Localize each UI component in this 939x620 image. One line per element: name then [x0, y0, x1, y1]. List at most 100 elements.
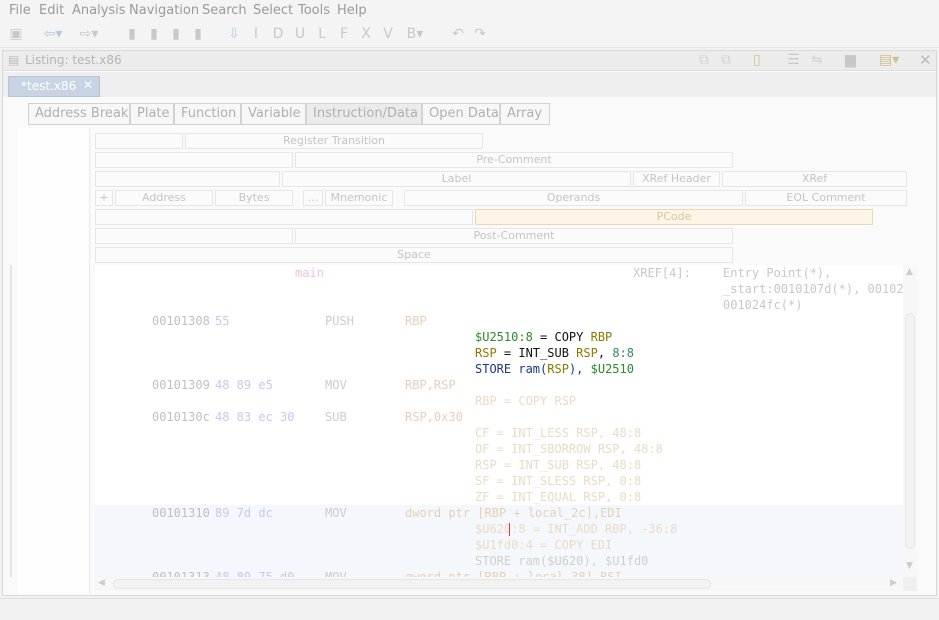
field-post-comment[interactable]: Post-Comment	[295, 228, 733, 244]
pcode-line[interactable]: STORE ram($U620), $U1fd0	[475, 553, 648, 569]
nav-x-icon[interactable]: X	[358, 26, 374, 42]
snapshot-icon[interactable]: ▆	[845, 52, 856, 68]
instruction-operands[interactable]: RBP,RSP	[405, 377, 456, 393]
tab-variable[interactable]: Variable	[241, 103, 306, 125]
nav-instruction-icon[interactable]: ▮	[124, 26, 140, 42]
pcode-line[interactable]: $U2510:8 = COPY RBP	[475, 329, 612, 345]
nav-f-icon[interactable]: F	[336, 26, 352, 42]
vertical-scrollbar[interactable]: ▲ ▼	[903, 265, 917, 577]
xref-entry[interactable]: Entry Point(*),	[723, 265, 831, 281]
instruction-operands[interactable]: RSP,0x30	[405, 409, 463, 425]
pcode-line[interactable]: ZF = INT_EQUAL RSP, 0:8	[475, 489, 641, 505]
instruction-bytes[interactable]: 48 83 ec 30	[215, 409, 294, 425]
nav-data-icon[interactable]: ▮	[146, 26, 162, 42]
instruction-operands[interactable]: RBP	[405, 313, 427, 329]
instruction-address[interactable]: 00101309	[152, 377, 210, 393]
pcode-line[interactable]: STORE ram(RSP), $U2510	[475, 361, 634, 377]
pcode-line[interactable]: RBP = COPY RSP	[475, 393, 576, 409]
menu-navigation[interactable]: Navigation	[129, 3, 199, 18]
pcode-line[interactable]: CF = INT_LESS RSP, 48:8	[475, 425, 641, 441]
nav-b-icon[interactable]: B▾	[402, 26, 428, 42]
nav-down-icon[interactable]: ⇩	[226, 26, 242, 42]
menu-file[interactable]: File	[9, 3, 31, 18]
instruction-address[interactable]: 0010130c	[152, 409, 210, 425]
nav-i-icon[interactable]: I	[248, 26, 264, 42]
field-blank[interactable]	[95, 209, 473, 225]
field-blank[interactable]	[95, 228, 293, 244]
field-mnemonic[interactable]: Mnemonic	[325, 190, 393, 206]
forward-icon[interactable]: ⇨▾	[76, 26, 102, 42]
instruction-operands[interactable]: qword ptr [RBP + local_38],RSI	[405, 569, 622, 577]
cursor-text-icon[interactable]: ▯	[753, 52, 761, 68]
tab-open-data[interactable]: Open Data	[422, 103, 500, 125]
document-tab[interactable]: *test.x86 ✕	[8, 76, 100, 97]
listing-panel[interactable]: main XREF[4]: Entry Point(*), _start:001…	[95, 265, 903, 577]
instruction-mnemonic[interactable]: MOV	[325, 569, 347, 577]
field-header-icon[interactable]: ☰	[787, 52, 800, 68]
nav-label-icon[interactable]: ▮	[190, 26, 206, 42]
scroll-right-icon[interactable]: ▶	[890, 578, 897, 588]
horizontal-scroll-thumb[interactable]	[113, 579, 711, 589]
instruction-operands[interactable]: dword ptr [RBP + local_2c],EDI	[405, 505, 622, 521]
nav-d-icon[interactable]: D	[270, 26, 286, 42]
field-register-transition[interactable]: Register Transition	[185, 133, 483, 149]
nav-u-icon[interactable]: U	[292, 26, 308, 42]
instruction-bytes[interactable]: 48 89 e5	[215, 377, 273, 393]
instruction-mnemonic[interactable]: MOV	[325, 377, 347, 393]
instruction-mnemonic[interactable]: PUSH	[325, 313, 354, 329]
xref-entry[interactable]: 001024fc(*)	[723, 297, 802, 313]
back-icon[interactable]: ⇦▾	[40, 26, 66, 42]
field-space[interactable]: Space	[95, 247, 733, 263]
menu-tools[interactable]: Tools	[298, 3, 330, 18]
field-plus[interactable]: +	[95, 190, 113, 206]
field-blank[interactable]	[95, 171, 280, 187]
instruction-address[interactable]: 00101308	[152, 313, 210, 329]
horizontal-scrollbar[interactable]: ◀ ▶	[95, 577, 903, 591]
menu-edit[interactable]: Edit	[39, 3, 64, 18]
scroll-left-icon[interactable]: ◀	[98, 578, 105, 588]
instruction-bytes[interactable]: 48 89 75 d0	[215, 569, 294, 577]
instruction-bytes[interactable]: 55	[215, 313, 229, 329]
field-blank[interactable]	[95, 152, 293, 168]
redo-icon[interactable]: ↷	[472, 26, 488, 42]
scroll-up-icon[interactable]: ▲	[906, 267, 913, 277]
pcode-line[interactable]: RSP = INT_SUB RSP, 48:8	[475, 457, 641, 473]
menu-analysis[interactable]: Analysis	[72, 3, 126, 18]
tab-function[interactable]: Function	[174, 103, 241, 125]
field-blank[interactable]	[95, 133, 183, 149]
field-address[interactable]: Address	[115, 190, 213, 206]
pcode-line[interactable]: OF = INT_SBORROW RSP, 48:8	[475, 441, 663, 457]
menu-help[interactable]: Help	[337, 3, 367, 18]
options-icon[interactable]: ▤▾	[879, 52, 899, 68]
function-label[interactable]: main	[295, 265, 324, 281]
tab-plate[interactable]: Plate	[130, 103, 174, 125]
field-label[interactable]: Label	[282, 171, 631, 187]
tab-address-break[interactable]: Address Break	[28, 103, 130, 125]
tab-instruction-data[interactable]: Instruction/Data	[306, 103, 422, 125]
tab-array[interactable]: Array	[500, 103, 550, 125]
instruction-mnemonic[interactable]: SUB	[325, 409, 347, 425]
pcode-line[interactable]: SF = INT_SLESS RSP, 0:8	[475, 473, 641, 489]
pcode-line[interactable]: $U1fd0:4 = COPY EDI	[475, 537, 612, 553]
close-window-icon[interactable]: ✕	[919, 51, 932, 69]
instruction-bytes[interactable]: 89 7d dc	[215, 505, 273, 521]
xref-entry[interactable]: _start:0010107d(*), 001022	[723, 281, 903, 297]
instruction-address[interactable]: 00101313	[152, 569, 210, 577]
copy-icon[interactable]: ⧉	[699, 52, 709, 68]
field-pre-comment[interactable]: Pre-Comment	[295, 152, 733, 168]
nav-l-icon[interactable]: L	[314, 26, 330, 42]
vertical-scroll-thumb[interactable]	[905, 313, 915, 549]
field-bytes[interactable]: Bytes	[215, 190, 293, 206]
undo-icon[interactable]: ↶	[450, 26, 466, 42]
field-xref[interactable]: XRef	[722, 171, 907, 187]
instruction-mnemonic[interactable]: MOV	[325, 505, 347, 521]
close-tab-icon[interactable]: ✕	[83, 78, 93, 92]
pcode-line[interactable]: RSP = INT_SUB RSP, 8:8	[475, 345, 634, 361]
scroll-down-icon[interactable]: ▼	[906, 561, 913, 571]
save-icon[interactable]: ▣	[8, 26, 24, 42]
nav-undefined-icon[interactable]: ▮	[168, 26, 184, 42]
field-pcode[interactable]: PCode	[475, 209, 873, 225]
paste-icon[interactable]: ⧉	[721, 52, 731, 68]
nav-v-icon[interactable]: V	[380, 26, 396, 42]
field-eol-comment[interactable]: EOL Comment	[745, 190, 907, 206]
